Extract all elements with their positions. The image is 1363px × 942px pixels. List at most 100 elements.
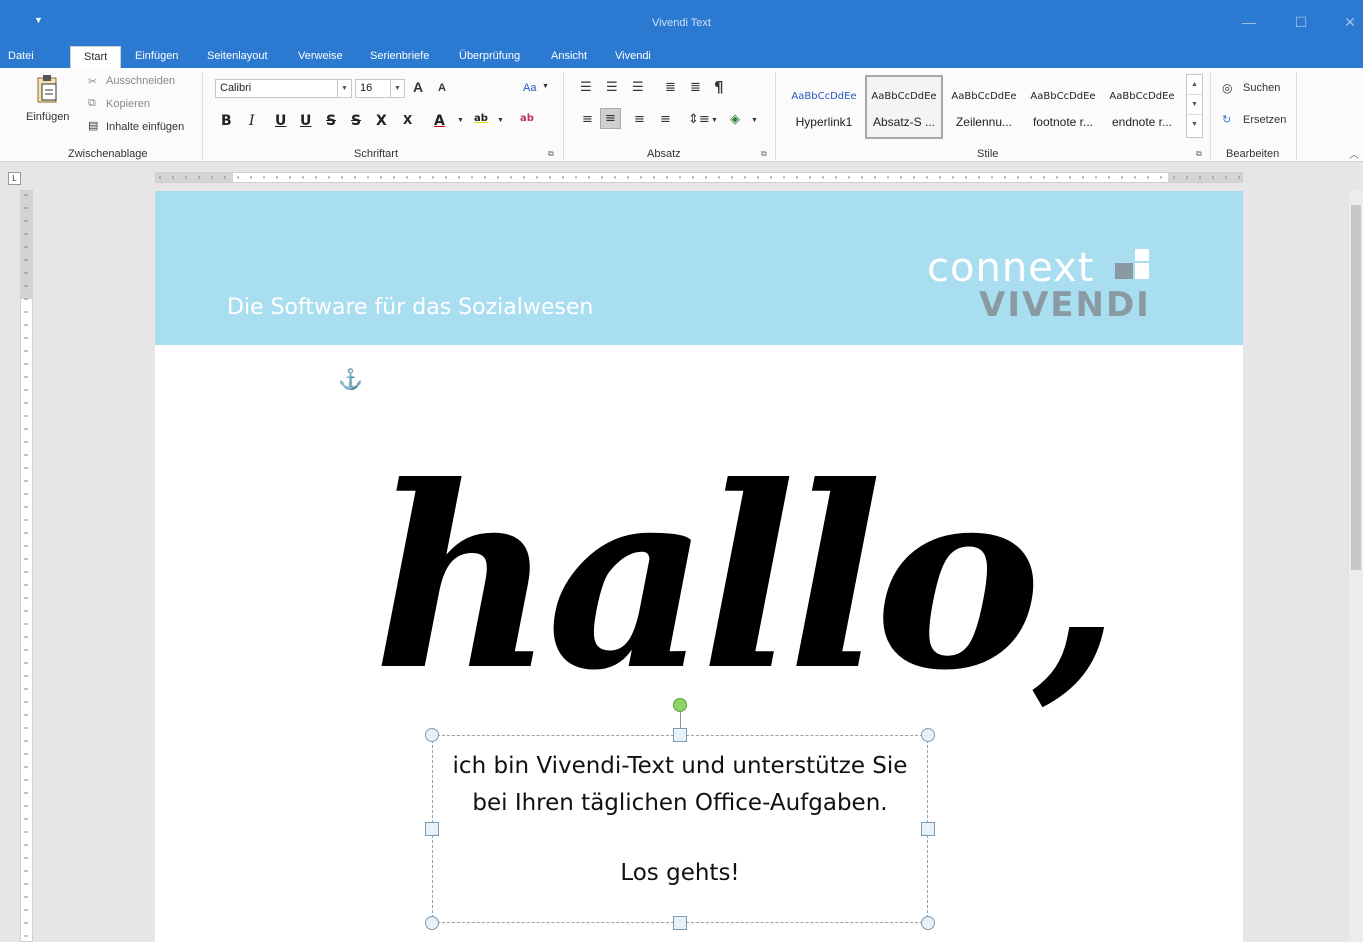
chevron-down-icon[interactable]: ▼	[337, 80, 351, 97]
justify-icon[interactable]: ≡	[660, 112, 671, 127]
font-name-select[interactable]: Calibri ▼	[215, 79, 352, 98]
resize-handle-right[interactable]	[921, 822, 935, 836]
font-color-button[interactable]: A	[434, 113, 445, 129]
ruler-ticks	[159, 176, 1240, 179]
copy-button[interactable]: Kopieren	[106, 98, 150, 110]
tab-seitenlayout[interactable]: Seitenlayout	[207, 50, 268, 62]
text-box[interactable]: ich bin Vivendi-Text und unterstütze Sie…	[432, 735, 928, 923]
tab-einfuegen[interactable]: Einfügen	[135, 50, 178, 62]
dialog-launcher-icon[interactable]: ⧉	[761, 149, 767, 159]
text-box-content[interactable]: ich bin Vivendi-Text und unterstütze Sie…	[433, 748, 927, 892]
find-button[interactable]: Suchen	[1243, 82, 1280, 94]
resize-handle-left[interactable]	[425, 822, 439, 836]
tab-start[interactable]: Start	[70, 46, 122, 68]
vertical-ruler[interactable]	[20, 190, 33, 942]
font-size-value: 16	[360, 82, 373, 94]
align-center-icon[interactable]: ≡	[600, 108, 621, 129]
align-right-icon[interactable]: ≡	[634, 112, 645, 127]
style-sample: AaBbCcDdEe	[791, 91, 857, 102]
scrollbar-thumb[interactable]	[1351, 205, 1361, 570]
bullet-list-icon[interactable]: ☰	[580, 80, 592, 95]
tab-datei[interactable]: Datei	[8, 50, 34, 62]
replace-icon[interactable]: ↻	[1222, 113, 1231, 126]
resize-handle-bottom-left[interactable]	[425, 916, 439, 930]
bold-button[interactable]: B	[221, 113, 232, 129]
show-formatting-button[interactable]: ¶	[714, 78, 724, 96]
document-page[interactable]: Die Software für das Sozialwesen connext…	[155, 191, 1243, 942]
replace-button[interactable]: Ersetzen	[1243, 114, 1286, 126]
paste-button[interactable]: Einfügen	[26, 111, 69, 123]
group-divider	[202, 72, 203, 160]
chevron-down-icon[interactable]: ▼	[542, 83, 549, 90]
increase-indent-icon[interactable]: ≣	[690, 80, 701, 95]
scroll-up-icon[interactable]: ▲	[1187, 75, 1202, 95]
paste-special-icon[interactable]: ▤	[88, 119, 98, 132]
tab-selector[interactable]: L	[8, 172, 21, 185]
line-spacing-icon[interactable]: ⇕≡	[688, 112, 710, 127]
copy-icon[interactable]: ⧉	[88, 97, 96, 110]
group-divider	[1296, 72, 1297, 160]
tab-vivendi[interactable]: Vivendi	[615, 50, 651, 62]
style-zeilennummer[interactable]: AaBbCcDdEe Zeilennu...	[945, 75, 1023, 139]
chevron-down-icon[interactable]: ▼	[711, 117, 718, 124]
scroll-down-icon[interactable]: ▼	[1187, 95, 1202, 115]
font-size-select[interactable]: 16 ▼	[355, 79, 405, 98]
shading-icon[interactable]: ◈	[730, 112, 740, 127]
double-underline-button[interactable]: U	[300, 113, 311, 129]
chevron-down-icon[interactable]: ▼	[457, 117, 464, 124]
grow-font-button[interactable]: A	[413, 79, 423, 95]
align-left-icon[interactable]: ≡	[582, 112, 593, 127]
style-sample: AaBbCcDdEe	[951, 91, 1017, 102]
resize-handle-top-right[interactable]	[921, 728, 935, 742]
window-title: Vivendi Text	[652, 17, 711, 29]
gallery-expand-icon[interactable]: ▼	[1187, 115, 1202, 135]
superscript-button[interactable]: X	[376, 113, 387, 129]
chevron-down-icon[interactable]: ▼	[390, 80, 404, 97]
tab-ansicht[interactable]: Ansicht	[551, 50, 587, 62]
font-name-value: Calibri	[220, 82, 252, 94]
horizontal-ruler[interactable]	[155, 172, 1243, 183]
resize-handle-bottom-right[interactable]	[921, 916, 935, 930]
resize-handle-top[interactable]	[673, 728, 687, 742]
italic-button[interactable]: I	[249, 113, 255, 129]
style-footnote-reference[interactable]: AaBbCcDdEe footnote r...	[1024, 75, 1102, 139]
close-icon[interactable]: ✕	[1330, 14, 1363, 31]
text-box-line: Los gehts!	[620, 860, 740, 886]
subscript-button[interactable]: X	[403, 113, 412, 127]
paste-special-button[interactable]: Inhalte einfügen	[106, 121, 184, 133]
resize-handle-bottom[interactable]	[673, 916, 687, 930]
ribbon-tabs: Datei Start Einfügen Seitenlayout Verwei…	[0, 46, 1363, 68]
logo-squares-icon	[1115, 249, 1149, 279]
minimize-icon[interactable]: —	[1229, 14, 1269, 30]
style-hyperlink1[interactable]: AaBbCcDdEe Hyperlink1	[785, 75, 863, 139]
dialog-launcher-icon[interactable]: ⧉	[1196, 149, 1202, 159]
multilevel-list-icon[interactable]: ☰	[632, 80, 644, 95]
maximize-icon[interactable]: ☐	[1281, 14, 1321, 31]
resize-handle-top-left[interactable]	[425, 728, 439, 742]
tab-verweise[interactable]: Verweise	[298, 50, 343, 62]
strikethrough-button[interactable]: S	[326, 113, 336, 129]
double-strikethrough-button[interactable]: S	[351, 113, 361, 129]
paste-icon[interactable]	[36, 74, 60, 104]
dialog-launcher-icon[interactable]: ⧉	[548, 149, 554, 159]
collapse-ribbon-icon[interactable]: ︿	[1349, 146, 1359, 161]
chevron-down-icon[interactable]: ▼	[497, 117, 504, 124]
cut-icon[interactable]: ✂	[88, 75, 97, 88]
clear-format-button[interactable]: ab	[520, 113, 534, 124]
change-case-button[interactable]: Aa	[523, 82, 536, 94]
shrink-font-button[interactable]: A	[438, 82, 446, 94]
binoculars-icon[interactable]: ◎	[1222, 81, 1232, 95]
rotation-handle[interactable]	[673, 698, 687, 712]
group-divider	[1210, 72, 1211, 160]
tab-serienbriefe[interactable]: Serienbriefe	[370, 50, 429, 62]
numbered-list-icon[interactable]: ☰	[606, 80, 618, 95]
cut-button[interactable]: Ausschneiden	[106, 75, 175, 87]
styles-gallery-scroll[interactable]: ▲ ▼ ▼	[1186, 74, 1203, 138]
decrease-indent-icon[interactable]: ≣	[665, 80, 676, 95]
style-endnote-reference[interactable]: AaBbCcDdEe endnote r...	[1103, 75, 1181, 139]
style-absatz-s[interactable]: AaBbCcDdEe Absatz-S ...	[865, 75, 943, 139]
tab-ueberpruefung[interactable]: Überprüfung	[459, 50, 520, 62]
underline-button[interactable]: U	[275, 113, 286, 129]
highlight-button[interactable]: ab	[474, 113, 488, 124]
chevron-down-icon[interactable]: ▼	[751, 117, 758, 124]
